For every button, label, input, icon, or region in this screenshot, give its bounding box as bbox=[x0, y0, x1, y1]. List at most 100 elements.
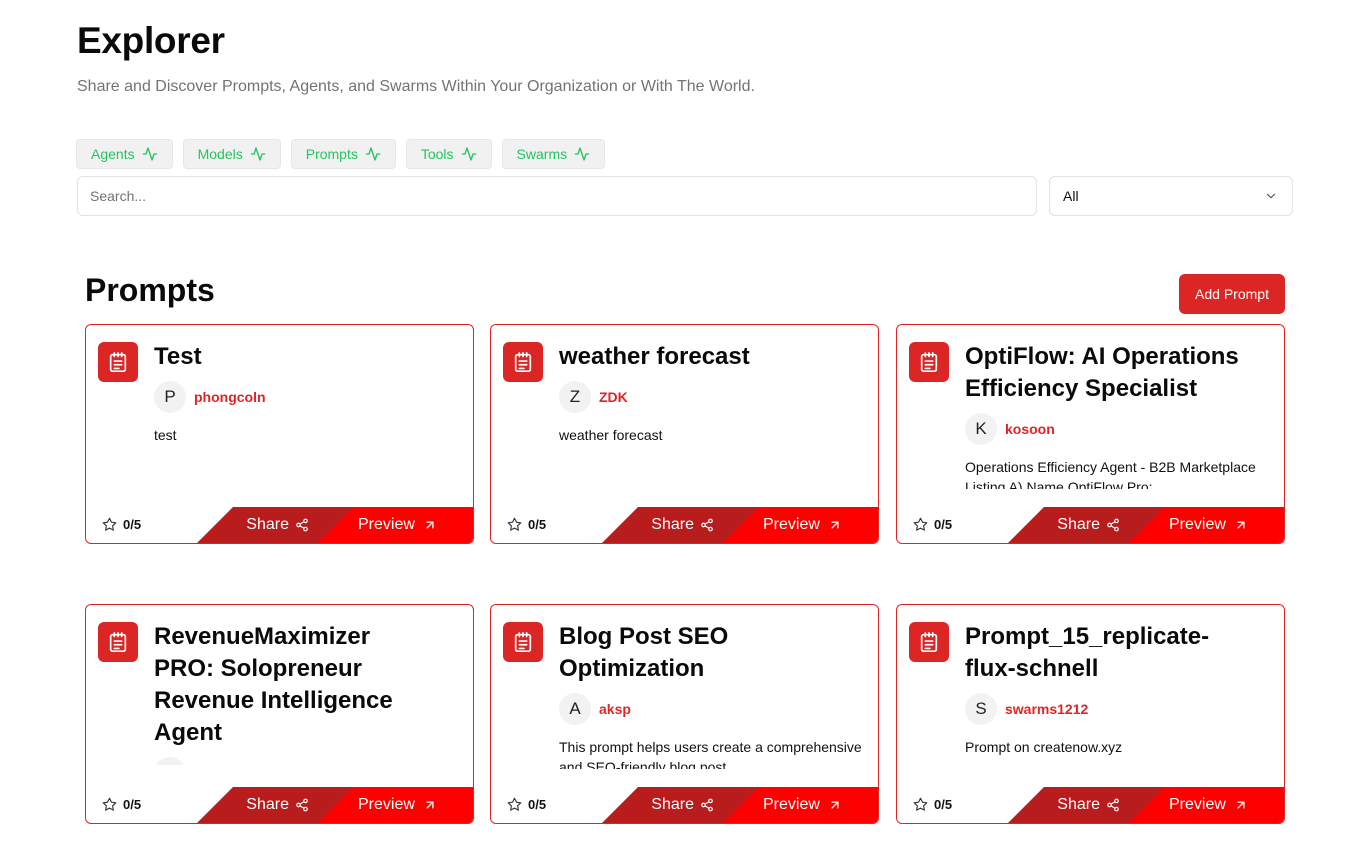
notepad-icon bbox=[109, 352, 127, 372]
select-value: All bbox=[1063, 188, 1079, 204]
arrow-up-right-icon bbox=[1237, 521, 1245, 529]
star-icon bbox=[507, 797, 522, 811]
activity-icon bbox=[574, 147, 590, 161]
author-name[interactable]: phongcoln bbox=[194, 389, 266, 405]
prompt-icon-badge bbox=[98, 622, 138, 662]
preview-label: Preview bbox=[1169, 796, 1226, 813]
prompt-card[interactable]: Blog Post SEO Optimization A aksp This p… bbox=[490, 604, 879, 824]
preview-label: Preview bbox=[763, 796, 820, 813]
prompt-card[interactable]: RevenueMaximizer PRO: Solopreneur Revenu… bbox=[85, 604, 474, 824]
activity-icon bbox=[142, 147, 157, 161]
author: K k bbox=[154, 757, 457, 765]
card-description: test bbox=[154, 427, 177, 443]
activity-icon bbox=[250, 147, 266, 161]
rating-value: 0/5 bbox=[934, 797, 953, 812]
prompt-icon-badge bbox=[909, 622, 949, 662]
author-name[interactable]: kosoon bbox=[1005, 421, 1055, 437]
author: A aksp bbox=[559, 693, 862, 725]
rating[interactable]: 0/5 bbox=[913, 797, 952, 812]
avatar: S bbox=[965, 693, 997, 725]
card-description: This prompt helps users create a compreh… bbox=[559, 739, 862, 769]
arrow-up-right-icon bbox=[831, 801, 839, 809]
star-icon bbox=[913, 797, 928, 811]
share-label: Share bbox=[246, 796, 289, 813]
author-name[interactable]: swarms1212 bbox=[1005, 701, 1088, 717]
tab-label: Prompts bbox=[305, 146, 358, 162]
rating-value: 0/5 bbox=[528, 797, 547, 812]
author: S swarms1212 bbox=[965, 693, 1268, 725]
rating[interactable]: 0/5 bbox=[507, 797, 546, 812]
tab-label: Agents bbox=[91, 146, 135, 162]
tab-tools[interactable]: Tools bbox=[405, 139, 492, 169]
page-title: Explorer bbox=[77, 20, 225, 61]
card-title: Prompt_15_replicate-flux-schnell bbox=[965, 623, 1210, 682]
prompt-icon-badge bbox=[909, 342, 949, 382]
rating[interactable]: 0/5 bbox=[102, 797, 141, 812]
author: P phongcoln bbox=[154, 381, 457, 413]
notepad-icon bbox=[109, 632, 127, 652]
page-subtitle: Share and Discover Prompts, Agents, and … bbox=[77, 78, 755, 95]
rating[interactable]: 0/5 bbox=[102, 517, 141, 532]
avatar: A bbox=[559, 693, 591, 725]
card-content: Blog Post SEO Optimization A aksp This p… bbox=[559, 621, 862, 769]
tab-label: Models bbox=[197, 146, 243, 162]
preview-label: Preview bbox=[358, 796, 415, 813]
tab-label: Tools bbox=[420, 146, 454, 162]
card-description: Operations Efficiency Agent - B2B Market… bbox=[965, 459, 1256, 489]
share-label: Share bbox=[1057, 516, 1100, 533]
share-label: Share bbox=[1057, 796, 1100, 813]
author-name[interactable]: aksp bbox=[599, 701, 631, 717]
share-icon bbox=[296, 798, 308, 812]
tab-swarms[interactable]: Swarms bbox=[501, 139, 606, 169]
star-icon bbox=[913, 517, 928, 531]
card-content: Test P phongcoln test bbox=[154, 341, 457, 489]
notepad-icon bbox=[514, 632, 532, 652]
author-name[interactable]: ZDK bbox=[599, 389, 628, 405]
share-icon bbox=[701, 798, 713, 812]
card-content: weather forecast Z ZDK weather forecast bbox=[559, 341, 862, 489]
activity-icon bbox=[461, 147, 476, 161]
section-title: Prompts bbox=[85, 272, 215, 308]
author: K kosoon bbox=[965, 413, 1268, 445]
rating[interactable]: 0/5 bbox=[507, 517, 546, 532]
arrow-up-right-icon bbox=[831, 521, 839, 529]
prompt-icon-badge bbox=[503, 622, 543, 662]
filter-tabs: Agents Models Prompts Tools Swarms bbox=[76, 139, 606, 169]
tab-prompts[interactable]: Prompts bbox=[290, 139, 396, 169]
add-prompt-button[interactable]: Add Prompt bbox=[1179, 274, 1285, 314]
preview-label: Preview bbox=[763, 516, 820, 533]
rating-value: 0/5 bbox=[123, 517, 142, 532]
tab-models[interactable]: Models bbox=[182, 139, 281, 169]
card-content: RevenueMaximizer PRO: Solopreneur Revenu… bbox=[154, 621, 457, 765]
card-title: OptiFlow: AI Operations Efficiency Speci… bbox=[965, 343, 1239, 402]
rating-value: 0/5 bbox=[528, 517, 547, 532]
activity-icon bbox=[365, 147, 381, 161]
card-content: Prompt_15_replicate-flux-schnell S swarm… bbox=[965, 621, 1268, 769]
tab-agents[interactable]: Agents bbox=[76, 139, 173, 169]
star-icon bbox=[507, 517, 522, 531]
tab-label: Swarms bbox=[516, 146, 568, 162]
search-input[interactable] bbox=[77, 176, 1037, 216]
prompt-card[interactable]: Test P phongcoln test 0/5 Share Preview bbox=[85, 324, 474, 544]
share-icon bbox=[1107, 798, 1119, 812]
share-label: Share bbox=[246, 516, 289, 533]
preview-label: Preview bbox=[358, 516, 415, 533]
prompt-card[interactable]: OptiFlow: AI Operations Efficiency Speci… bbox=[896, 324, 1285, 544]
share-label: Share bbox=[651, 516, 694, 533]
card-title: weather forecast bbox=[559, 343, 750, 370]
arrow-up-right-icon bbox=[426, 801, 434, 809]
notepad-icon bbox=[514, 352, 532, 372]
rating-value: 0/5 bbox=[123, 797, 142, 812]
prompt-card[interactable]: weather forecast Z ZDK weather forecast … bbox=[490, 324, 879, 544]
arrow-up-right-icon bbox=[426, 521, 434, 529]
share-icon bbox=[701, 518, 713, 532]
star-icon bbox=[102, 517, 117, 531]
share-label: Share bbox=[651, 796, 694, 813]
rating[interactable]: 0/5 bbox=[913, 517, 952, 532]
type-select[interactable]: All bbox=[1049, 176, 1293, 216]
card-title: RevenueMaximizer PRO: Solopreneur Revenu… bbox=[154, 623, 393, 746]
card-content: OptiFlow: AI Operations Efficiency Speci… bbox=[965, 341, 1268, 489]
card-description: Prompt on createnow.xyz bbox=[965, 739, 1123, 755]
prompt-card[interactable]: Prompt_15_replicate-flux-schnell S swarm… bbox=[896, 604, 1285, 824]
avatar: Z bbox=[559, 381, 591, 413]
